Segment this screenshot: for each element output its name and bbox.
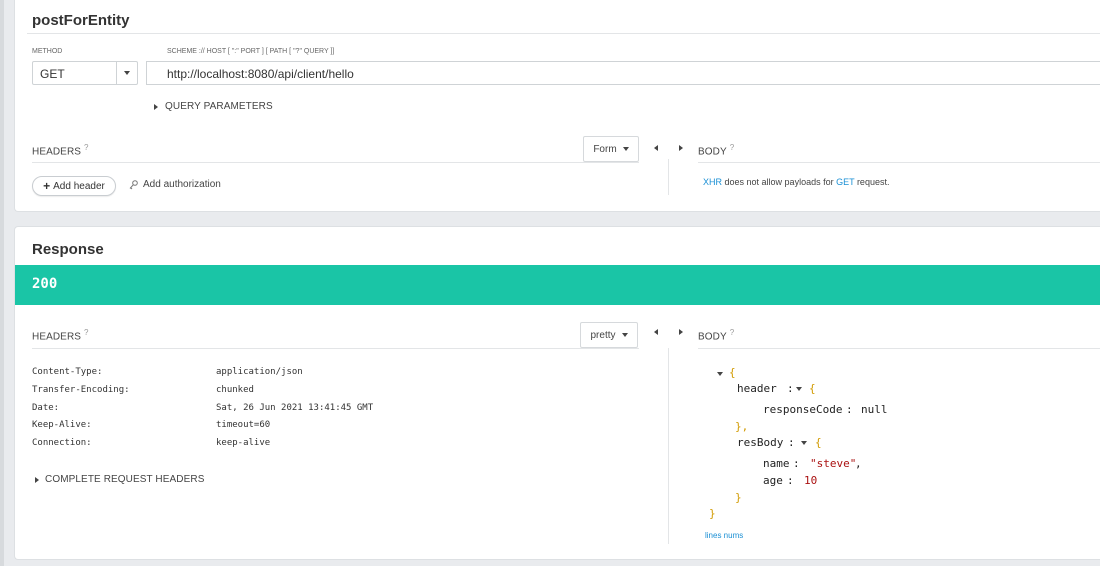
json-colon: : bbox=[788, 436, 795, 449]
add-header-label: Add header bbox=[53, 180, 105, 192]
json-value: null bbox=[861, 403, 888, 416]
json-value: "steve" bbox=[810, 457, 857, 470]
json-brace: { bbox=[809, 382, 816, 395]
query-parameters-label: QUERY PARAMETERS bbox=[165, 101, 273, 112]
request-body-text: BODY bbox=[698, 146, 727, 158]
json-colon: : bbox=[846, 403, 853, 416]
add-header-button[interactable]: + Add header bbox=[32, 176, 116, 196]
form-toggle-button[interactable]: Form bbox=[583, 136, 639, 162]
response-panel: Response 200 HEADERS? pretty Content-Typ… bbox=[14, 226, 1100, 560]
headers-divider bbox=[32, 162, 639, 163]
xhr-link[interactable]: XHR bbox=[703, 177, 722, 187]
help-icon[interactable]: ? bbox=[84, 143, 89, 152]
request-headers-label: HEADERS? bbox=[32, 143, 89, 157]
json-brace: } bbox=[709, 507, 716, 520]
select-divider bbox=[116, 62, 117, 84]
request-body-label: BODY? bbox=[698, 143, 734, 157]
json-colon: : bbox=[787, 474, 794, 487]
collapse-left-icon[interactable] bbox=[654, 145, 658, 151]
help-icon[interactable]: ? bbox=[730, 143, 735, 152]
add-authorization-label: Add authorization bbox=[143, 179, 221, 190]
json-key: age bbox=[763, 474, 783, 487]
json-comma: , bbox=[855, 457, 862, 470]
json-colon: : bbox=[793, 457, 800, 470]
json-key: responseCode bbox=[763, 403, 843, 416]
json-brace: }, bbox=[735, 420, 749, 433]
json-key: resBody bbox=[737, 436, 784, 449]
url-label: SCHEME :// HOST [ ":" PORT ] [ PATH [ "?… bbox=[167, 48, 335, 55]
split-divider bbox=[668, 159, 669, 195]
request-panel: postForEntity METHOD SCHEME :// HOST [ "… bbox=[14, 0, 1100, 212]
body-message: XHR does not allow payloads for GET requ… bbox=[703, 177, 889, 187]
collapse-toggle-icon[interactable] bbox=[717, 372, 723, 376]
method-label: METHOD bbox=[32, 48, 63, 55]
body-divider bbox=[698, 162, 1100, 163]
request-headers-text: HEADERS bbox=[32, 146, 82, 158]
json-brace: { bbox=[729, 366, 736, 379]
json-key: header bbox=[737, 382, 777, 395]
line-nums-toggle[interactable]: lines nums bbox=[705, 531, 743, 540]
method-select[interactable]: GET bbox=[32, 61, 138, 85]
collapse-right-icon[interactable] bbox=[679, 145, 683, 151]
collapse-toggle-icon[interactable] bbox=[801, 441, 807, 445]
collapse-toggle-icon[interactable] bbox=[796, 387, 802, 391]
chevron-down-icon bbox=[124, 71, 130, 75]
plus-icon: + bbox=[43, 179, 51, 193]
add-authorization-link[interactable]: Add authorization bbox=[129, 179, 221, 190]
key-icon bbox=[129, 179, 138, 189]
request-title: postForEntity bbox=[32, 12, 130, 29]
json-brace: { bbox=[815, 436, 822, 449]
url-input[interactable]: http://localhost:8080/api/client/hello bbox=[146, 61, 1100, 85]
chevron-down-icon bbox=[622, 147, 629, 151]
json-colon: : bbox=[787, 382, 794, 395]
body-message-middle: does not allow payloads for bbox=[722, 177, 837, 187]
body-message-end: request. bbox=[854, 177, 890, 187]
window-edge bbox=[0, 0, 4, 566]
json-value: 10 bbox=[804, 474, 818, 487]
json-viewer: { header : { responseCode : null }, resB… bbox=[15, 227, 1100, 561]
divider bbox=[27, 33, 1100, 34]
get-link[interactable]: GET bbox=[836, 177, 854, 187]
json-brace: } bbox=[735, 491, 742, 504]
json-key: name bbox=[763, 457, 790, 470]
query-parameters-toggle[interactable]: QUERY PARAMETERS bbox=[154, 101, 273, 112]
method-value: GET bbox=[40, 67, 65, 81]
form-label: Form bbox=[593, 143, 617, 155]
chevron-right-icon bbox=[154, 103, 158, 110]
